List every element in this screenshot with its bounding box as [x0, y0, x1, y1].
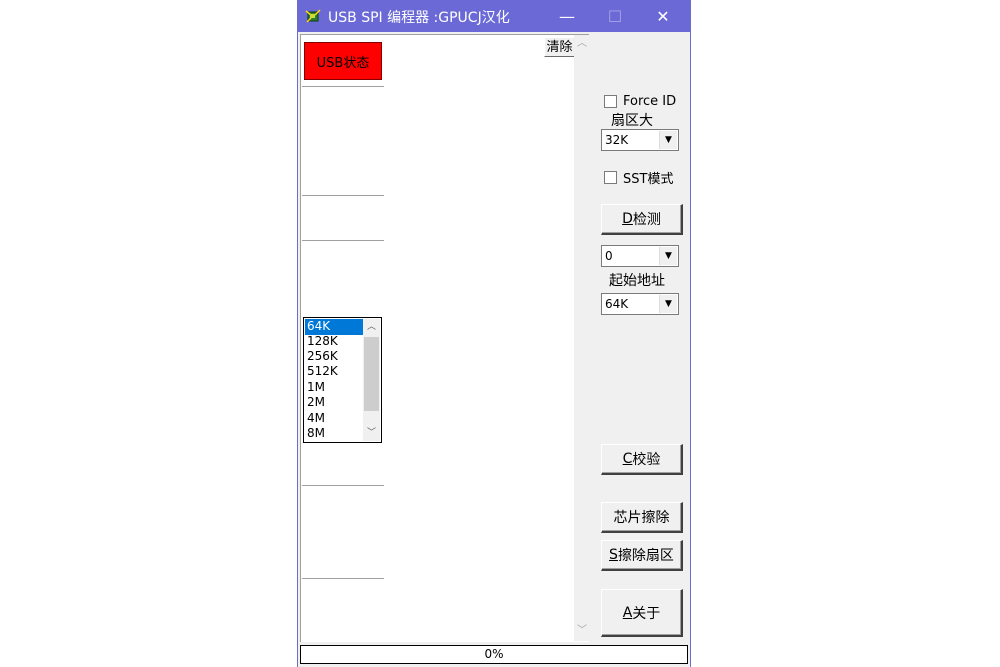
divider [302, 195, 384, 197]
dropdown-scrollbar[interactable]: ︿ ﹀ [363, 319, 380, 441]
scroll-thumb[interactable] [364, 337, 379, 411]
chevron-down-icon[interactable]: ▼ [659, 295, 677, 313]
sector-size-label: 扇区大 [611, 113, 653, 129]
scroll-down-icon[interactable]: ﹀ [576, 625, 588, 637]
log-scrollbar[interactable]: ︿ ﹀ [574, 35, 590, 641]
chevron-down-icon[interactable]: ▼ [659, 247, 677, 265]
list-item[interactable]: 128K [305, 334, 367, 350]
maximize-button[interactable]: ☐ [592, 0, 638, 32]
close-button[interactable]: ✕ [640, 0, 686, 32]
minimize-button[interactable]: — [544, 0, 590, 32]
chevron-down-icon[interactable]: ﹀ [363, 425, 380, 441]
sector-size-select[interactable]: 32K ▼ [601, 129, 679, 151]
sst-mode-label: SST模式 [623, 172, 674, 187]
verify-label: 校验 [632, 452, 661, 468]
size-select[interactable]: 64K ▼ [601, 293, 679, 315]
list-item[interactable]: 64K [305, 319, 367, 335]
title-bar: USB SPI 编程器 :GPUCJ汉化 — ☐ ✕ [298, 0, 690, 32]
list-item[interactable]: 256K [305, 349, 367, 365]
sector-erase-hotkey: S [609, 547, 618, 563]
progress-bar: 0% [300, 645, 688, 664]
force-id-checkbox[interactable]: Force ID [604, 94, 676, 109]
checkbox-box[interactable] [604, 95, 617, 108]
list-item[interactable]: 8M [305, 426, 367, 442]
sst-mode-checkbox[interactable]: SST模式 [604, 168, 673, 187]
window-title: USB SPI 编程器 :GPUCJ汉化 [328, 10, 510, 26]
about-hotkey: A [622, 604, 633, 621]
sector-erase-label: 擦除扇区 [617, 548, 674, 564]
verify-button[interactable]: C 校验 [601, 444, 683, 475]
scroll-up-icon[interactable]: ︿ [576, 38, 588, 50]
divider [302, 240, 384, 242]
detect-hotkey: D [622, 211, 633, 227]
clear-button[interactable]: 清除 [544, 37, 575, 57]
chip-erase-button[interactable]: 芯片擦除 [601, 502, 683, 533]
list-item[interactable]: 2M [305, 395, 367, 411]
about-label: 关于 [632, 605, 661, 622]
divider [302, 86, 384, 88]
detect-label: 检测 [632, 212, 661, 228]
start-address-value: 0 [605, 249, 613, 263]
detect-button[interactable]: D 检测 [601, 204, 683, 235]
checkbox-box[interactable] [604, 171, 617, 184]
chevron-down-icon[interactable]: ▼ [659, 131, 677, 149]
usb-status-indicator: USB状态 [304, 42, 382, 80]
chevron-up-icon[interactable]: ︿ [363, 319, 380, 335]
sector-size-value: 32K [605, 133, 629, 147]
force-id-label: Force ID [623, 94, 677, 109]
list-item[interactable]: 4M [305, 411, 367, 427]
chip-icon [305, 9, 321, 23]
verify-hotkey: C [622, 451, 633, 467]
sector-erase-button[interactable]: S 擦除扇区 [601, 540, 683, 571]
list-item[interactable]: 512K [305, 364, 367, 380]
size-dropdown-list[interactable]: 64K 128K 256K 512K 1M 2M 4M 8M ︿ ﹀ [303, 317, 382, 443]
divider [302, 485, 384, 487]
divider [302, 578, 384, 580]
start-address-label: 起始地址 [609, 273, 665, 289]
about-button[interactable]: A 关于 [601, 589, 683, 637]
start-address-select[interactable]: 0 ▼ [601, 245, 679, 267]
list-item[interactable]: 1M [305, 380, 367, 396]
size-value: 64K [605, 297, 629, 311]
